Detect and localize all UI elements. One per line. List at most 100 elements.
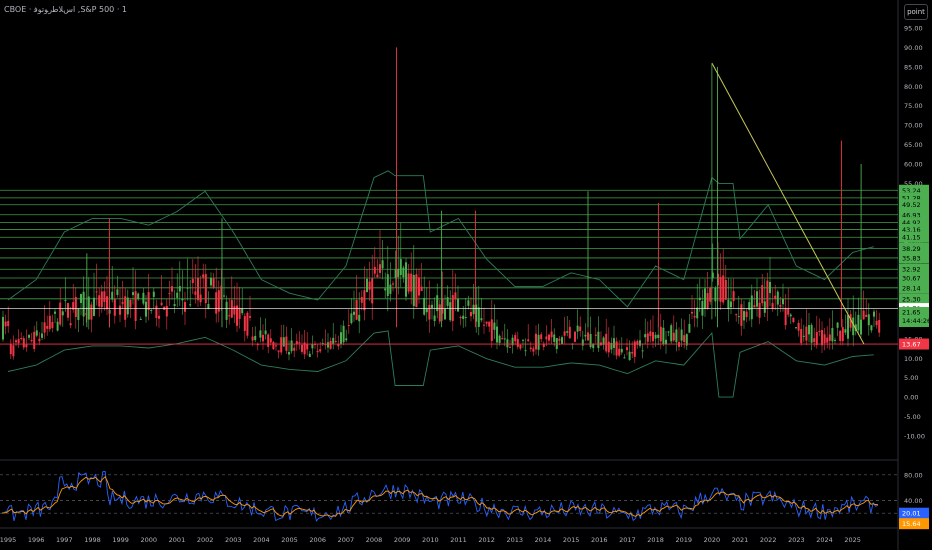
candle-body: [316, 351, 319, 353]
candle-body: [594, 334, 597, 336]
candle-body: [566, 331, 569, 333]
time-axis-label: 2000: [141, 536, 158, 544]
time-axis-label: 2009: [394, 536, 411, 544]
candle-body: [186, 287, 189, 289]
candle-body: [51, 321, 54, 328]
price-axis-tick: 70.00: [904, 122, 923, 130]
candle-body: [184, 302, 186, 312]
candle-body: [522, 339, 524, 341]
candle-body: [501, 338, 504, 340]
candle-body: [470, 312, 472, 317]
candle-body: [688, 323, 691, 333]
candle-body: [93, 297, 95, 316]
candle-body: [787, 308, 790, 315]
candle-body: [30, 339, 33, 341]
candle-body: [363, 290, 366, 311]
candle-body: [808, 325, 810, 335]
candle-body: [113, 299, 116, 316]
candle-body: [150, 310, 153, 312]
candle-body: [269, 338, 272, 343]
candle-body: [332, 337, 335, 344]
candle-body: [732, 291, 735, 302]
time-axis-label: 2006: [309, 536, 326, 544]
candle-body: [797, 322, 800, 331]
candle-body: [301, 344, 303, 352]
candle-body: [579, 326, 582, 332]
candle-body: [714, 287, 717, 302]
candle-body: [678, 342, 680, 347]
time-axis-label: 1999: [112, 536, 129, 544]
candle-body: [199, 294, 202, 303]
candle-body: [347, 324, 350, 326]
candle-body: [381, 260, 384, 269]
candle-body: [124, 296, 127, 320]
candle-body: [54, 311, 56, 314]
candle-body: [514, 335, 517, 342]
candle-body: [493, 322, 496, 330]
candle-body: [727, 299, 730, 309]
candle-body: [675, 329, 678, 343]
time-axis-label: 2018: [647, 536, 664, 544]
candle-body: [25, 344, 28, 348]
candle-body: [628, 351, 631, 361]
candle-body: [384, 288, 387, 291]
unit-button[interactable]: point: [904, 4, 928, 20]
candle-body: [280, 337, 283, 353]
candle-body: [667, 331, 670, 333]
candle-body: [160, 302, 163, 306]
candle-body: [210, 277, 212, 286]
candle-body: [77, 308, 80, 320]
candle-body: [485, 321, 488, 324]
candle-body: [878, 319, 881, 333]
candle-body: [834, 339, 836, 341]
candle-body: [568, 326, 571, 339]
candle-body: [293, 347, 296, 351]
candle-body: [464, 316, 467, 318]
candle-body: [524, 350, 527, 352]
candle-body: [355, 299, 358, 320]
candle-body: [730, 301, 732, 308]
candle-body: [360, 297, 363, 303]
candle-body: [672, 332, 675, 341]
candle-body: [576, 325, 579, 332]
candle-body: [412, 274, 415, 307]
candle-body: [769, 281, 771, 294]
candle-body: [431, 304, 433, 308]
candle-body: [654, 334, 657, 339]
level-label: 38.29: [902, 245, 921, 253]
chart-canvas[interactable]: 95.00 90.00 85.00 80.00 75.00 70.00 65.00 60.00…: [0, 0, 932, 550]
candle-body: [706, 293, 709, 309]
candle-body: [477, 307, 480, 327]
candle-body: [152, 291, 155, 297]
candle-body: [246, 312, 249, 336]
candle-body: [410, 273, 413, 292]
candle-body: [862, 310, 865, 320]
candle-body: [873, 311, 875, 317]
band-upper: [7, 170, 874, 308]
candle-body: [168, 293, 171, 295]
time-axis-label: 2024: [816, 536, 833, 544]
candle-body: [743, 311, 745, 321]
candle-body: [506, 339, 509, 348]
candle-body: [561, 337, 563, 345]
candle-body: [225, 301, 228, 320]
candle-body: [233, 306, 236, 315]
candle-body: [197, 277, 199, 301]
candle-body: [407, 273, 410, 292]
candle-body: [425, 308, 428, 313]
candle-body: [342, 325, 345, 343]
candle-body: [670, 325, 673, 342]
price-axis-tick: 60.00: [904, 161, 923, 169]
candle-body: [9, 344, 12, 355]
time-axis-label: 2008: [366, 536, 383, 544]
candle-body: [241, 308, 244, 314]
candle-body: [262, 334, 264, 342]
time-axis-label: 2005: [281, 536, 298, 544]
candle-body: [181, 298, 184, 301]
candle-body: [745, 311, 748, 318]
time-axis-label: 2023: [788, 536, 805, 544]
price-axis-tick: 95.00: [904, 25, 923, 33]
candle-body: [532, 348, 535, 352]
price-axis-tick: 10.00: [904, 355, 923, 363]
candle-body: [639, 340, 641, 346]
